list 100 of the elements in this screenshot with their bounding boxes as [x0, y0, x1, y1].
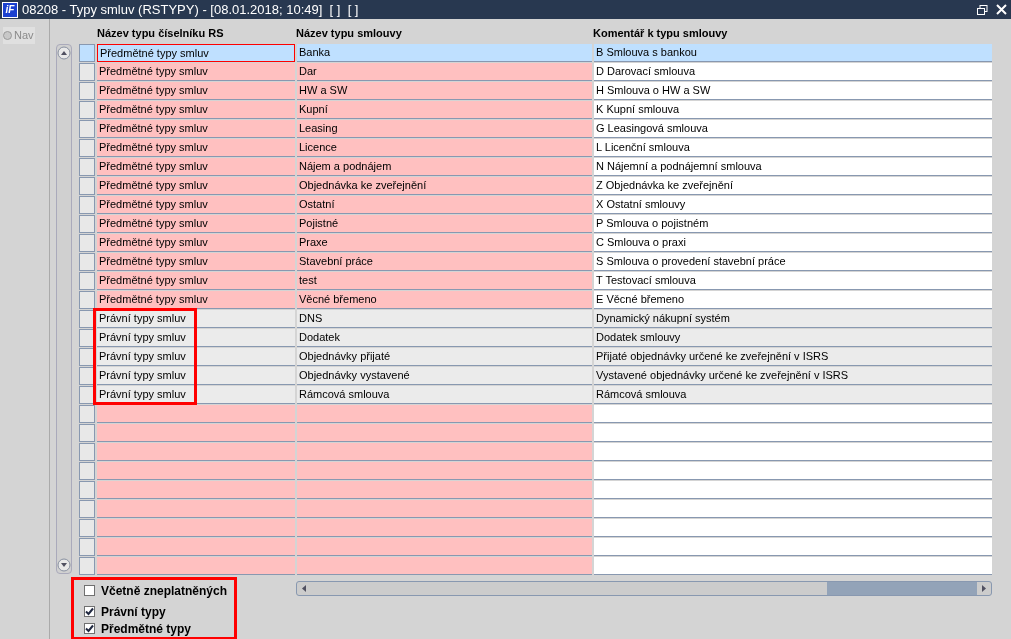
table-cell[interactable]: Licence — [297, 139, 592, 157]
row-selector[interactable] — [79, 538, 95, 556]
table-cell[interactable]: Předmětné typy smluv — [97, 253, 295, 271]
table-cell[interactable]: P Smlouva o pojistném — [594, 215, 992, 233]
checkbox-label[interactable]: Včetně zneplatněných — [101, 581, 228, 600]
checkbox-label[interactable]: Právní typy — [101, 602, 166, 621]
row-selector[interactable] — [79, 557, 95, 575]
table-cell[interactable]: B Smlouva s bankou — [594, 44, 992, 62]
row-selector[interactable] — [79, 63, 95, 81]
checkbox[interactable] — [84, 606, 95, 617]
table-cell[interactable] — [297, 500, 592, 518]
row-selector[interactable] — [79, 500, 95, 518]
table-cell[interactable]: Právní typy smluv — [97, 348, 295, 366]
table-cell[interactable]: DNS — [297, 310, 592, 328]
table-cell[interactable] — [97, 405, 295, 423]
row-selector[interactable] — [79, 462, 95, 480]
table-cell[interactable]: Pojistné — [297, 215, 592, 233]
table-cell[interactable] — [297, 462, 592, 480]
table-cell[interactable]: G Leasingová smlouva — [594, 120, 992, 138]
table-cell[interactable]: Dynamický nákupní systém — [594, 310, 992, 328]
table-cell[interactable] — [594, 500, 992, 518]
table-cell[interactable]: Předmětné typy smluv — [97, 177, 295, 195]
table-cell[interactable] — [594, 538, 992, 556]
table-cell[interactable] — [97, 500, 295, 518]
table-cell[interactable]: Právní typy smluv — [97, 329, 295, 347]
table-cell[interactable]: Kupní — [297, 101, 592, 119]
row-selector[interactable] — [79, 519, 95, 537]
vertical-scrollbar[interactable] — [56, 44, 72, 574]
table-cell[interactable]: Právní typy smluv — [97, 386, 295, 404]
table-cell[interactable] — [297, 443, 592, 461]
table-cell[interactable]: K Kupní smlouva — [594, 101, 992, 119]
table-cell[interactable]: test — [297, 272, 592, 290]
table-cell[interactable]: Předmětné typy smluv — [97, 63, 295, 81]
row-selector[interactable] — [79, 234, 95, 252]
table-cell[interactable]: Ostatní — [297, 196, 592, 214]
table-cell[interactable]: Předmětné typy smluv — [97, 272, 295, 290]
table-cell[interactable]: Vystavené objednávky určené ke zveřejnění v ISRS — [594, 367, 992, 385]
scroll-up-icon[interactable] — [57, 46, 71, 60]
row-selector[interactable] — [79, 272, 95, 290]
restore-icon[interactable] — [977, 4, 988, 15]
row-selector[interactable] — [79, 424, 95, 442]
table-cell[interactable]: Z Objednávka ke zveřejnění — [594, 177, 992, 195]
table-cell[interactable] — [297, 405, 592, 423]
table-cell[interactable]: L Licenční smlouva — [594, 139, 992, 157]
checkbox-label[interactable]: Předmětné typy — [101, 619, 192, 638]
horizontal-scrollbar[interactable] — [296, 581, 992, 596]
checkbox[interactable] — [84, 585, 95, 596]
table-cell[interactable] — [297, 557, 592, 575]
table-cell[interactable]: C Smlouva o praxi — [594, 234, 992, 252]
table-cell[interactable] — [594, 519, 992, 537]
table-cell[interactable]: Předmětné typy smluv — [97, 234, 295, 252]
table-cell[interactable] — [594, 481, 992, 499]
table-cell[interactable] — [97, 557, 295, 575]
close-icon[interactable] — [996, 4, 1007, 15]
table-cell[interactable]: Rámcová smlouva — [594, 386, 992, 404]
table-cell[interactable]: Právní typy smluv — [97, 367, 295, 385]
table-cell[interactable]: N Nájemní a podnájemní smlouva — [594, 158, 992, 176]
row-selector[interactable] — [79, 120, 95, 138]
table-cell[interactable]: HW a SW — [297, 82, 592, 100]
table-cell[interactable]: T Testovací smlouva — [594, 272, 992, 290]
checkbox[interactable] — [84, 623, 95, 634]
table-cell[interactable]: E Věcné břemeno — [594, 291, 992, 309]
table-cell[interactable] — [594, 424, 992, 442]
row-selector[interactable] — [79, 44, 95, 62]
row-selector[interactable] — [79, 481, 95, 499]
row-selector[interactable] — [79, 82, 95, 100]
scroll-down-icon[interactable] — [57, 558, 71, 572]
table-cell[interactable]: Nájem a podnájem — [297, 158, 592, 176]
table-cell[interactable] — [297, 538, 592, 556]
row-selector[interactable] — [79, 196, 95, 214]
table-cell[interactable] — [97, 538, 295, 556]
row-selector[interactable] — [79, 139, 95, 157]
row-selector[interactable] — [79, 101, 95, 119]
table-cell[interactable]: Předmětné typy smluv — [97, 120, 295, 138]
table-cell[interactable]: Věcné břemeno — [297, 291, 592, 309]
table-cell[interactable] — [97, 519, 295, 537]
table-cell[interactable]: Objednávky přijaté — [297, 348, 592, 366]
table-cell[interactable] — [594, 405, 992, 423]
table-cell[interactable]: Předmětné typy smluv — [97, 82, 295, 100]
table-cell[interactable] — [97, 481, 295, 499]
table-cell[interactable]: Právní typy smluv — [97, 310, 295, 328]
row-selector[interactable] — [79, 405, 95, 423]
table-cell[interactable] — [594, 557, 992, 575]
table-cell[interactable]: Rámcová smlouva — [297, 386, 592, 404]
table-cell[interactable]: Předmětné typy smluv — [97, 291, 295, 309]
table-cell[interactable]: Předmětné typy smluv — [97, 101, 295, 119]
table-cell[interactable]: Leasing — [297, 120, 592, 138]
row-selector[interactable] — [79, 253, 95, 271]
table-cell[interactable] — [297, 424, 592, 442]
table-cell[interactable]: Předmětné typy smluv — [97, 139, 295, 157]
table-cell[interactable]: Dodatek smlouvy — [594, 329, 992, 347]
table-cell[interactable]: Objednávky vystavené — [297, 367, 592, 385]
table-cell[interactable]: Stavební práce — [297, 253, 592, 271]
table-cell[interactable]: X Ostatní smlouvy — [594, 196, 992, 214]
row-selector[interactable] — [79, 291, 95, 309]
table-cell[interactable] — [594, 443, 992, 461]
table-cell[interactable]: Dodatek — [297, 329, 592, 347]
table-cell[interactable] — [97, 443, 295, 461]
table-cell[interactable]: Dar — [297, 63, 592, 81]
row-selector[interactable] — [79, 177, 95, 195]
